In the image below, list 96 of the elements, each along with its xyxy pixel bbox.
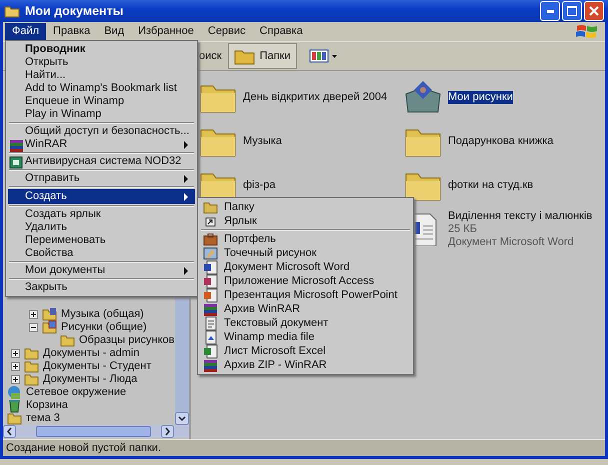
tree-item[interactable]: Образцы рисунков (3, 334, 175, 347)
antivirus-icon (9, 155, 24, 170)
tree-item[interactable]: Документы - Студент (3, 360, 175, 373)
menu-item[interactable]: Точечный рисунок (200, 246, 411, 260)
scroll-right-icon (161, 425, 174, 438)
text-document-icon (203, 316, 218, 331)
file-name[interactable]: фотки на студ.кв (448, 178, 534, 192)
media-file-icon (203, 330, 218, 345)
file-name[interactable]: Подарункова книжка (448, 134, 554, 148)
windows-logo-icon (575, 23, 599, 40)
briefcase-icon (203, 232, 218, 247)
menu-item[interactable]: Приложение Microsoft Access (200, 274, 411, 288)
scroll-down-icon (175, 412, 189, 425)
submenu-arrow-icon (184, 140, 189, 148)
scroll-left-icon (3, 425, 16, 438)
menu-item[interactable]: Избранное (131, 23, 201, 40)
menu-item[interactable]: Общий доступ и безопасность... (8, 125, 195, 138)
submenu-arrow-icon (184, 266, 189, 274)
menu-item[interactable]: Ярлык (200, 214, 411, 228)
file-name[interactable]: День відкритих дверей 2004 (243, 90, 388, 104)
tree-item[interactable]: Корзина (3, 399, 175, 412)
file-detail: 25 КБ (448, 222, 478, 236)
word-document-icon (203, 260, 218, 275)
folder-icon (24, 346, 40, 361)
menu-item[interactable]: Презентация Microsoft PowerPoint (200, 288, 411, 302)
maximize-button[interactable] (562, 1, 582, 21)
menu-item[interactable]: Отправить (8, 172, 195, 185)
menu-item[interactable]: Лист Microsoft Excel (200, 344, 411, 358)
paint-icon (203, 246, 218, 261)
spreadsheet-icon (203, 344, 218, 359)
menu-item[interactable]: Свойства (8, 247, 195, 260)
scroll-thumb[interactable] (36, 426, 151, 437)
file-name[interactable]: Мои рисунки (448, 90, 513, 104)
menu-item[interactable]: Папку (200, 200, 411, 214)
menu-item[interactable]: WinRAR (8, 138, 195, 151)
recycle-bin-icon (7, 398, 23, 413)
folder-icon (4, 4, 20, 18)
music-folder-icon (42, 307, 58, 322)
minimize-button[interactable] (540, 1, 560, 21)
close-icon (589, 6, 599, 16)
tree-item[interactable]: Сетевое окружение (3, 386, 175, 399)
toolbar-label: оиск (199, 50, 222, 62)
menu-item[interactable]: Play in Winamp (8, 108, 195, 121)
pictures-folder-icon (404, 80, 442, 114)
file-name[interactable]: Виділення тексту і малюнків (448, 210, 592, 222)
window-title: Мои документы (25, 4, 124, 18)
tree-item[interactable]: Музыка (общая) (3, 308, 175, 321)
submenu-arrow-icon (184, 192, 189, 200)
file-name[interactable]: фіз-ра (243, 178, 276, 192)
horizontal-scrollbar[interactable] (3, 425, 189, 438)
menu-item[interactable]: Вид (97, 23, 132, 40)
tree-item[interactable]: Документы - admin (3, 347, 175, 360)
file-detail: Документ Microsoft Word (448, 236, 575, 248)
menu-item[interactable]: Закрыть (8, 281, 195, 294)
menu-item[interactable]: Add to Winamp's Bookmark list (8, 82, 195, 95)
close-button[interactable] (584, 1, 604, 21)
menu-item[interactable]: Переименовать (8, 234, 195, 247)
minimize-icon (546, 10, 554, 12)
menu-item[interactable]: Открыть (8, 56, 195, 69)
menu-item[interactable]: Сервис (200, 23, 253, 40)
maximize-icon (567, 6, 577, 16)
menu-item[interactable]: Документ Microsoft Word (200, 260, 411, 274)
menu-item[interactable]: Текстовый документ (200, 316, 411, 330)
archive-icon (203, 302, 218, 317)
menu-item[interactable]: Антивирусная система NOD32 (8, 155, 195, 168)
pictures-folder-icon (42, 320, 58, 335)
tree-item[interactable]: Рисунки (общие) (3, 321, 175, 334)
status-text: Создание новой пустой папки. (6, 442, 162, 454)
menu-item[interactable]: Enqueue in Winamp (8, 95, 195, 108)
menu-item[interactable]: Справка (252, 23, 310, 40)
network-icon (7, 385, 23, 400)
archive-icon (203, 358, 218, 373)
views-icon (308, 48, 339, 64)
access-icon (203, 274, 218, 289)
menu-item[interactable]: Найти... (8, 69, 195, 82)
menu-item[interactable]: Создать (8, 189, 195, 204)
folder-icon (24, 372, 40, 387)
menu-item[interactable]: Мои документы (8, 264, 195, 277)
file-name[interactable]: Музыка (243, 134, 282, 148)
menu-item[interactable]: Создать ярлык (8, 208, 195, 221)
tree-item[interactable]: Документы - Люда (3, 373, 175, 386)
presentation-icon (203, 288, 218, 303)
menu-item[interactable]: Файл (5, 23, 46, 40)
menu-item[interactable]: Архив WinRAR (200, 302, 411, 316)
menu-item[interactable]: Правка (46, 23, 98, 40)
menu-item[interactable]: Архив ZIP - WinRAR (200, 358, 411, 372)
menu-item[interactable]: Портфель (200, 232, 411, 246)
folders-button[interactable]: Папки (228, 43, 297, 69)
menu-item[interactable]: Проводник (8, 43, 195, 56)
submenu-arrow-icon (184, 174, 189, 182)
folder-icon (60, 333, 76, 348)
menu-item[interactable]: Удалить (8, 221, 195, 234)
folder-icon (24, 359, 40, 374)
archive-icon (9, 138, 24, 153)
menu-item[interactable]: Winamp media file (200, 330, 411, 344)
tree-item[interactable]: тема 3 (3, 412, 175, 425)
